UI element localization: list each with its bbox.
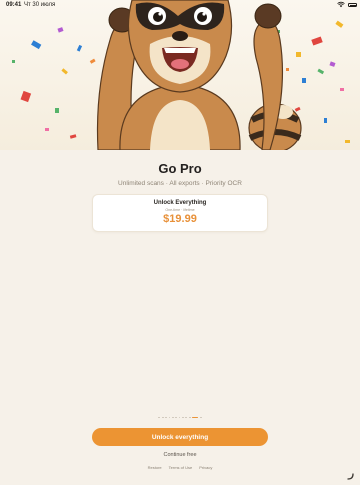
plan-price: $19.99 [163, 213, 197, 225]
page-dot[interactable] [182, 416, 184, 419]
page-dot-active[interactable] [192, 416, 199, 419]
restore-link[interactable]: Restore [148, 465, 162, 470]
plan-name: Unlock Everything [153, 200, 207, 206]
status-bar: 09:41 Чт 30 июля [0, 0, 360, 12]
page-dot[interactable] [185, 416, 188, 419]
page-dot[interactable] [171, 416, 174, 419]
raccoon-head [127, 0, 233, 93]
wifi-icon [337, 1, 345, 10]
plan-card[interactable]: Unlock Everything One-time · lifetime $1… [92, 194, 268, 232]
continue-free-link[interactable]: Continue free [0, 452, 360, 458]
status-time: 09:41 [6, 2, 22, 8]
page-dot[interactable] [158, 416, 161, 419]
privacy-link[interactable]: Privacy [199, 465, 212, 470]
feature-summary: Unlimited scans · All exports · Priority… [118, 180, 242, 187]
corner-grabber-icon [347, 467, 354, 480]
page-dot[interactable] [188, 416, 191, 419]
page-dot[interactable] [175, 416, 178, 419]
battery-icon [348, 3, 357, 7]
page-title: Go Pro [158, 161, 202, 176]
status-date: Чт 30 июля [24, 2, 56, 8]
footer-links: Restore Terms of Use Privacy [0, 465, 360, 470]
terms-link[interactable]: Terms of Use [169, 465, 193, 470]
page-indicator [0, 416, 360, 420]
plan-description: One-time · lifetime [165, 208, 195, 212]
raccoon-body [119, 83, 241, 150]
page-dot[interactable] [199, 416, 202, 419]
hero-illustration [0, 0, 360, 150]
unlock-button[interactable]: Unlock everything [92, 428, 268, 446]
page-dot[interactable] [165, 416, 167, 419]
page-dot[interactable] [178, 416, 181, 419]
page-dot[interactable] [168, 416, 171, 419]
page-dot[interactable] [161, 416, 164, 419]
